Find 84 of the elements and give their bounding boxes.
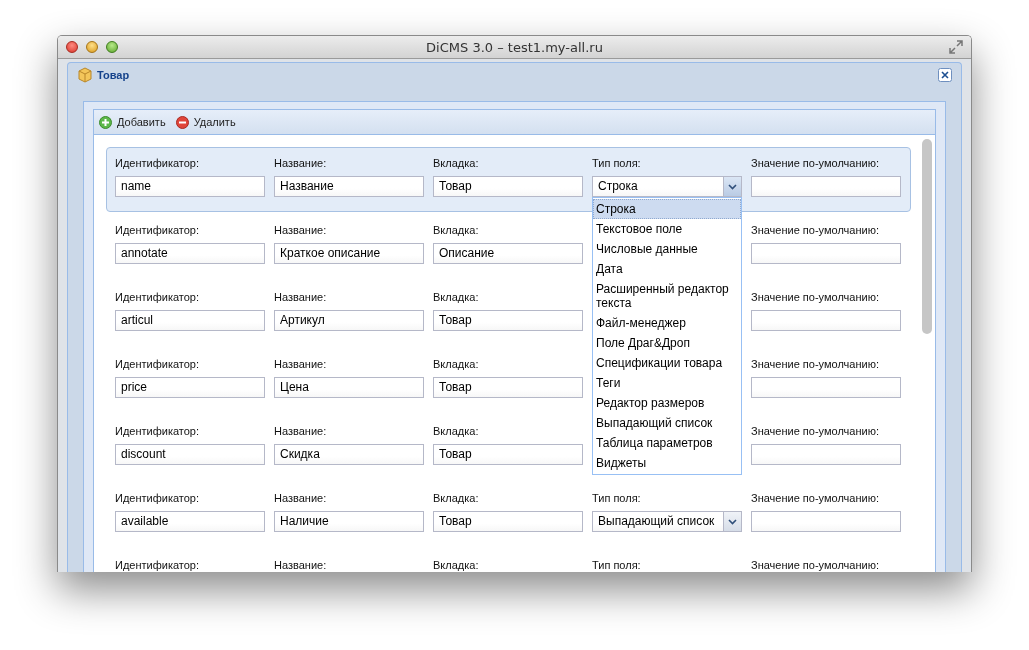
fullscreen-icon[interactable] <box>949 40 963 54</box>
field-label: Название: <box>274 425 327 437</box>
text-field[interactable]: Цена <box>274 377 424 398</box>
field-label: Название: <box>274 157 327 169</box>
text-field[interactable]: Название <box>274 176 424 197</box>
field-label: Идентификатор: <box>115 492 200 504</box>
minimize-button[interactable] <box>86 41 98 53</box>
text-field[interactable]: Краткое описание <box>274 243 424 264</box>
minus-icon <box>175 115 189 129</box>
field-label: Тип поля: <box>592 559 641 571</box>
dropdown-option[interactable]: Теги <box>593 373 741 393</box>
text-field[interactable]: price <box>115 377 265 398</box>
close-window-button[interactable] <box>66 41 78 53</box>
dropdown-option[interactable]: Числовые данные <box>593 239 741 259</box>
text-field[interactable]: Товар <box>433 511 583 532</box>
field-label: Название: <box>274 224 327 236</box>
field-label: Вкладка: <box>433 559 479 571</box>
field-label: Вкладка: <box>433 291 479 303</box>
dropdown-option[interactable]: Текстовое поле <box>593 219 741 239</box>
text-field[interactable]: Описание <box>433 243 583 264</box>
field-label: Значение по-умолчанию: <box>751 157 879 169</box>
field-label: Значение по-умолчанию: <box>751 559 879 571</box>
text-field[interactable]: Артикул <box>274 310 424 331</box>
box-icon <box>77 67 93 83</box>
dropdown-option[interactable]: Выпадающий список <box>593 413 741 433</box>
text-field[interactable] <box>751 310 901 331</box>
text-field[interactable]: Наличие <box>274 511 424 532</box>
field-label: Название: <box>274 559 327 571</box>
field-label: Тип поля: <box>592 157 641 169</box>
zoom-button[interactable] <box>106 41 118 53</box>
text-field[interactable]: discount <box>115 444 265 465</box>
field-label: Значение по-умолчанию: <box>751 358 879 370</box>
close-icon[interactable] <box>938 68 952 82</box>
text-field[interactable] <box>751 511 901 532</box>
field-label: Идентификатор: <box>115 358 200 370</box>
select-field[interactable]: Выпадающий список <box>592 511 742 532</box>
text-field[interactable]: Товар <box>433 310 583 331</box>
field-label: Значение по-умолчанию: <box>751 224 879 236</box>
dialog-title: Товар <box>97 69 130 81</box>
chevron-down-icon <box>728 518 737 525</box>
field-label: Вкладка: <box>433 425 479 437</box>
dropdown-option[interactable]: Поле Драг&Дроп <box>593 333 741 353</box>
field-label: Идентификатор: <box>115 224 200 236</box>
text-field[interactable] <box>751 176 901 197</box>
dropdown-option[interactable]: Строка <box>593 199 741 219</box>
field-label: Вкладка: <box>433 157 479 169</box>
text-field[interactable]: Скидка <box>274 444 424 465</box>
select-field[interactable]: Строка <box>592 176 742 197</box>
add-button[interactable]: Добавить <box>99 115 166 129</box>
dropdown-option[interactable]: Расширенный редактор текста <box>593 279 741 313</box>
chevron-down-icon <box>728 183 737 190</box>
field-label: Идентификатор: <box>115 157 200 169</box>
text-field[interactable]: Товар <box>433 377 583 398</box>
text-field[interactable]: annotate <box>115 243 265 264</box>
field-label: Значение по-умолчанию: <box>751 291 879 303</box>
text-field[interactable]: name <box>115 176 265 197</box>
text-field[interactable] <box>751 243 901 264</box>
text-field[interactable]: Товар <box>433 444 583 465</box>
field-label: Тип поля: <box>592 492 641 504</box>
field-label: Название: <box>274 291 327 303</box>
field-label: Название: <box>274 492 327 504</box>
dropdown-option[interactable]: Редактор размеров <box>593 393 741 413</box>
field-label: Идентификатор: <box>115 425 200 437</box>
dropdown-option[interactable]: Дата <box>593 259 741 279</box>
field-label: Идентификатор: <box>115 291 200 303</box>
plus-icon <box>99 115 112 129</box>
dropdown-option[interactable]: Таблица параметров <box>593 433 741 453</box>
field-label: Идентификатор: <box>115 559 200 571</box>
dropdown-option[interactable]: Виджеты <box>593 453 741 473</box>
field-label: Вкладка: <box>433 492 479 504</box>
field-label: Вкладка: <box>433 224 479 236</box>
delete-button[interactable]: Удалить <box>175 115 236 129</box>
field-label: Название: <box>274 358 327 370</box>
window-title: DiCMS 3.0 – test1.my-all.ru <box>426 39 603 55</box>
text-field[interactable]: available <box>115 511 265 532</box>
text-field[interactable]: articul <box>115 310 265 331</box>
dropdown-option[interactable]: Спецификации товара <box>593 353 741 373</box>
field-label: Значение по-умолчанию: <box>751 425 879 437</box>
text-field[interactable]: Товар <box>433 176 583 197</box>
dropdown-option[interactable]: Файл-менеджер <box>593 313 741 333</box>
field-label: Значение по-умолчанию: <box>751 492 879 504</box>
field-label: Вкладка: <box>433 358 479 370</box>
text-field[interactable] <box>751 377 901 398</box>
text-field[interactable] <box>751 444 901 465</box>
